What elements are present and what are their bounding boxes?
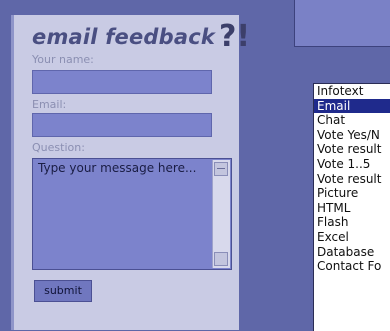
list-item[interactable]: Excel bbox=[314, 230, 390, 245]
panel-title: email feedback bbox=[32, 25, 216, 49]
question-label: Question: bbox=[32, 141, 85, 154]
list-item[interactable]: Picture bbox=[314, 186, 390, 201]
question-textarea[interactable]: Type your message here... bbox=[32, 158, 232, 270]
list-item[interactable]: Vote result bbox=[314, 142, 390, 157]
feedback-panel: email feedback ?! Your name: Email: Ques… bbox=[11, 15, 250, 330]
name-input[interactable] bbox=[32, 70, 212, 94]
submit-button[interactable]: submit bbox=[34, 280, 92, 302]
list-item[interactable]: Infotext bbox=[314, 84, 390, 99]
list-item[interactable]: Vote 1..5 bbox=[314, 157, 390, 172]
message-placeholder: Type your message here... bbox=[38, 161, 197, 175]
list-item[interactable]: Chat bbox=[314, 113, 390, 128]
textarea-scrollbar[interactable] bbox=[212, 160, 230, 268]
scroll-up-button[interactable] bbox=[214, 162, 228, 176]
name-label: Your name: bbox=[32, 53, 94, 66]
list-item[interactable]: Database bbox=[314, 245, 390, 260]
email-label: Email: bbox=[32, 98, 67, 111]
top-box bbox=[294, 0, 390, 47]
scroll-down-button[interactable] bbox=[214, 252, 228, 266]
list-item[interactable]: HTML bbox=[314, 201, 390, 216]
list-item[interactable]: Email bbox=[314, 98, 390, 114]
email-input[interactable] bbox=[32, 113, 212, 137]
list-item[interactable]: Vote result bbox=[314, 172, 390, 187]
list-item[interactable]: Vote Yes/N bbox=[314, 128, 390, 143]
list-item[interactable]: Contact Fo bbox=[314, 259, 390, 274]
title-mark: ?! bbox=[219, 19, 251, 54]
widget-listbox[interactable]: Infotext Email Chat Vote Yes/N Vote resu… bbox=[313, 83, 390, 331]
list-item[interactable]: Flash bbox=[314, 215, 390, 230]
